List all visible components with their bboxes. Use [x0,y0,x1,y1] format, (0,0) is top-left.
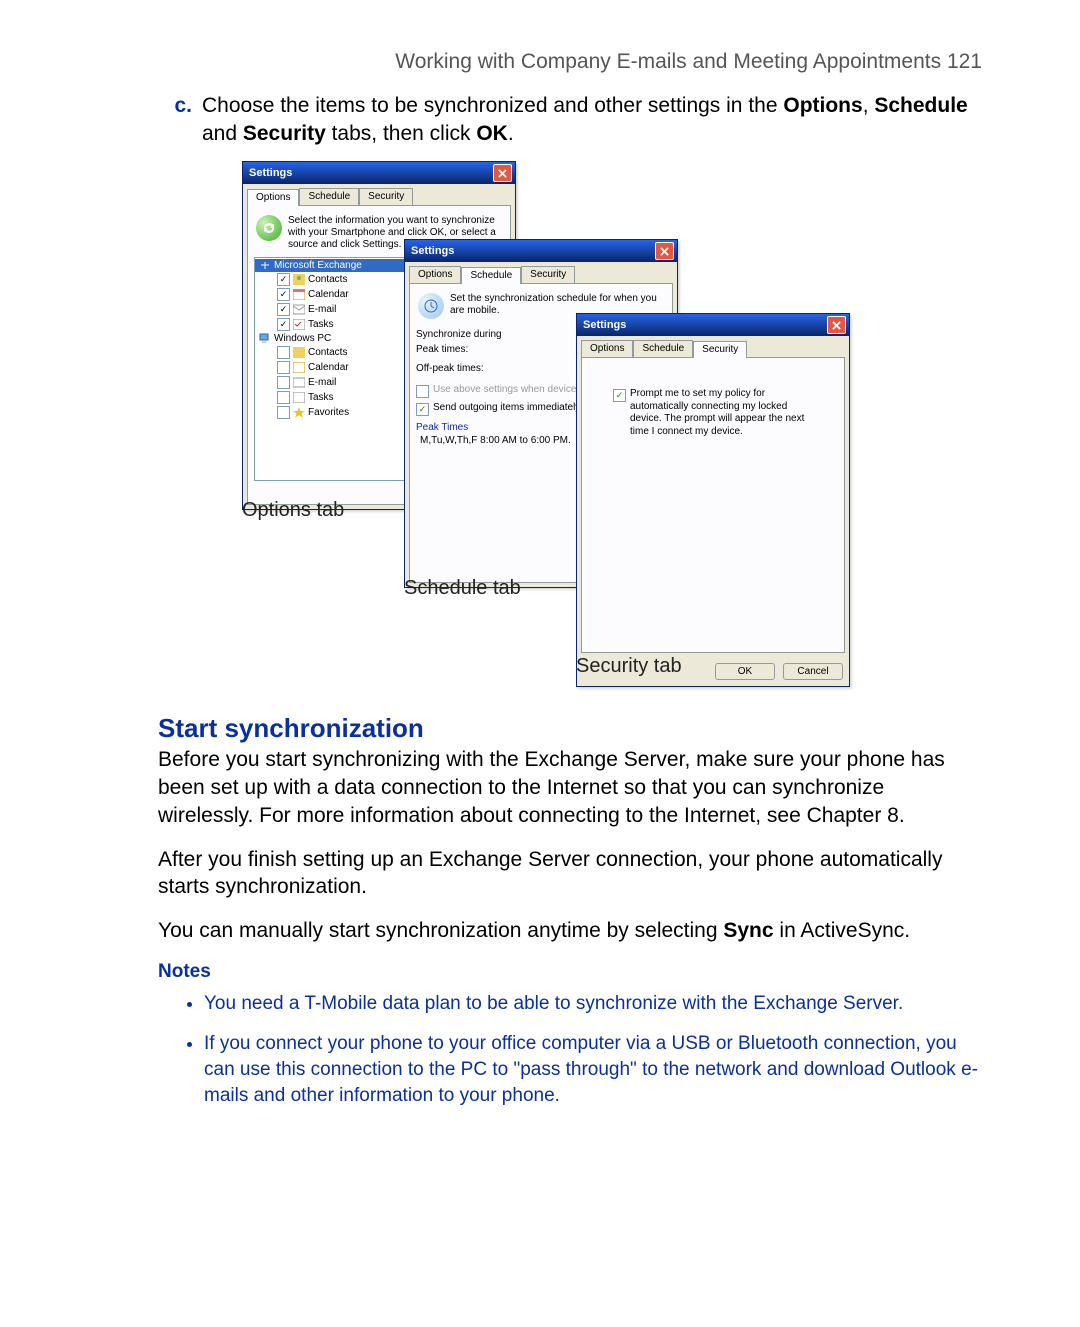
label: Calendar [308,362,349,373]
t: in ActiveSync. [774,919,911,942]
label: Contacts [308,347,347,358]
step-letter: c. [158,92,202,119]
label: Tasks [308,319,334,330]
close-icon[interactable] [655,242,674,260]
tabstrip: Options Schedule Security [577,336,849,357]
tab-security[interactable]: Security [359,188,413,205]
contacts-icon [293,274,305,285]
tab-security[interactable]: Security [693,341,747,358]
label: Windows PC [274,333,331,344]
t: OK [476,122,508,145]
dialog-security: Settings Options Schedule Security Promp… [576,313,850,687]
section-heading: Start synchronization [158,713,982,744]
panel-security: Prompt me to set my policy for automatic… [581,357,845,653]
label: Prompt me to set my policy for automatic… [630,388,813,438]
peak-label: Peak times: [416,344,468,355]
caption-options: Options tab [242,499,344,522]
checkbox[interactable] [277,376,290,389]
checkbox[interactable] [277,391,290,404]
checkbox[interactable] [277,273,290,286]
tab-options[interactable]: Options [409,266,461,283]
checkbox[interactable] [416,403,429,416]
mail-icon [293,377,305,388]
screenshot-group: Settings Options Schedule Security Selec… [242,161,982,691]
step-text: Choose the items to be synchronized and … [202,92,982,147]
window-title: Settings [583,319,626,331]
checkbox[interactable] [277,303,290,316]
note-item: If you connect your phone to your office… [204,1031,982,1110]
checkbox[interactable] [277,318,290,331]
calendar-icon [293,362,305,373]
t: Choose the items to be synchronized and … [202,94,783,117]
tab-security[interactable]: Security [521,266,575,283]
checkbox[interactable] [277,361,290,374]
calendar-icon [293,289,305,300]
t: . [508,122,514,145]
pc-icon [259,333,271,344]
titlebar: Settings [405,240,677,262]
checkbox[interactable] [613,389,626,402]
label: Calendar [308,289,349,300]
t: Options [783,94,862,117]
offpeak-label: Off-peak times: [416,363,484,374]
titlebar: Settings [243,162,515,184]
running-header: Working with Company E-mails and Meeting… [158,50,982,74]
t: and [202,122,243,145]
cancel-button[interactable]: Cancel [783,663,843,680]
checkbox[interactable] [416,385,429,398]
label: Contacts [308,274,347,285]
tab-schedule[interactable]: Schedule [461,267,521,284]
label: Favorites [308,407,349,418]
t: tabs, then click [326,122,477,145]
close-icon[interactable] [493,164,512,182]
para-2: After you finish setting up an Exchange … [158,846,982,901]
window-title: Settings [411,245,454,257]
label: E-mail [308,377,336,388]
step-c: c. Choose the items to be synchronized a… [158,92,982,147]
titlebar: Settings [577,314,849,336]
para-1: Before you start synchronizing with the … [158,746,982,829]
tab-schedule[interactable]: Schedule [299,188,359,205]
label: Microsoft Exchange [274,260,362,271]
sync-icon [256,215,282,241]
checkbox[interactable] [277,406,290,419]
contacts-icon [293,347,305,358]
tabstrip: Options Schedule Security [405,262,677,283]
caption-schedule: Schedule tab [404,577,521,600]
note-item: You need a T-Mobile data plan to be able… [204,991,982,1017]
ok-button[interactable]: OK [715,663,775,680]
tasks-icon [293,319,305,330]
checkbox[interactable] [277,288,290,301]
t: , [863,94,875,117]
notes-heading: Notes [158,961,982,983]
t: Sync [723,919,773,942]
tabstrip: Options Schedule Security [243,184,515,205]
tab-options[interactable]: Options [581,340,633,357]
window-title: Settings [249,167,292,179]
t: You can manually start synchronization a… [158,919,723,942]
exchange-icon [259,260,271,271]
para-3: You can manually start synchronization a… [158,917,982,945]
notes-list: You need a T-Mobile data plan to be able… [158,991,982,1110]
tab-options[interactable]: Options [247,189,299,206]
checkbox[interactable] [277,346,290,359]
favorites-icon [293,407,305,418]
label: Send outgoing items immediately [433,402,580,413]
mail-icon [293,304,305,315]
chk-prompt: Prompt me to set my policy for automatic… [613,388,813,438]
t: Schedule [874,94,967,117]
t: Security [243,122,326,145]
clock-icon [418,293,444,319]
tab-schedule[interactable]: Schedule [633,340,693,357]
label: Tasks [308,392,334,403]
caption-security: Security tab [576,655,682,678]
close-icon[interactable] [827,316,846,334]
label: E-mail [308,304,336,315]
tasks-icon [293,392,305,403]
